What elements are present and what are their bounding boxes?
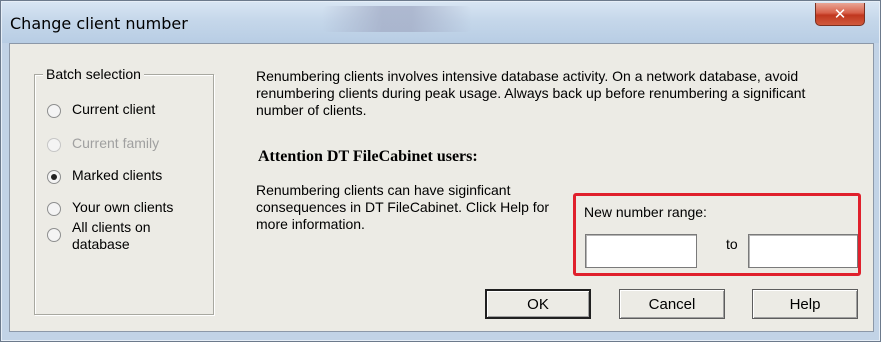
radio-label: Current client [72,101,156,117]
radio-marked-clients[interactable]: Marked clients [47,167,162,184]
dialog-body: Batch selection Current client Current f… [9,43,874,332]
radio-current-family: Current family [47,135,159,152]
help-button[interactable]: Help [752,289,858,319]
radio-button-icon [47,138,61,152]
renumbering-warning-text: Renumbering clients involves intensive d… [256,68,806,118]
batch-selection-legend: Batch selection [43,66,144,82]
batch-selection-group: Batch selection Current client Current f… [34,66,214,315]
close-icon: ✕ [833,5,847,23]
close-button[interactable]: ✕ [815,3,865,26]
radio-label: Your own clients [72,199,174,215]
radio-all-clients[interactable]: All clients on database [47,219,167,253]
radio-button-icon[interactable] [47,104,61,118]
radio-button-selected-icon[interactable] [47,170,61,184]
radio-label: Current family [72,135,160,151]
dialog-window: Change client number ✕ Batch selection C… [0,0,881,342]
radio-button-icon[interactable] [47,202,61,216]
new-number-range-label: New number range: [584,204,707,220]
attention-heading: Attention DT FileCabinet users: [258,148,478,165]
title-background-fragment [322,6,472,32]
range-from-input[interactable] [585,234,697,268]
title-bar[interactable]: Change client number ✕ [2,2,879,43]
radio-label: All clients on database [72,219,151,252]
radio-your-own-clients[interactable]: Your own clients [47,199,173,216]
radio-current-client[interactable]: Current client [47,101,155,118]
ok-button[interactable]: OK [485,289,591,319]
cancel-button[interactable]: Cancel [619,289,725,319]
radio-button-icon[interactable] [47,228,61,242]
dialog-title: Change client number [10,14,188,33]
radio-label: Marked clients [72,167,163,183]
range-to-input[interactable] [748,234,858,268]
filecabinet-consequence-text: Renumbering clients can have siginficant… [256,182,550,232]
range-to-label: to [726,236,738,252]
